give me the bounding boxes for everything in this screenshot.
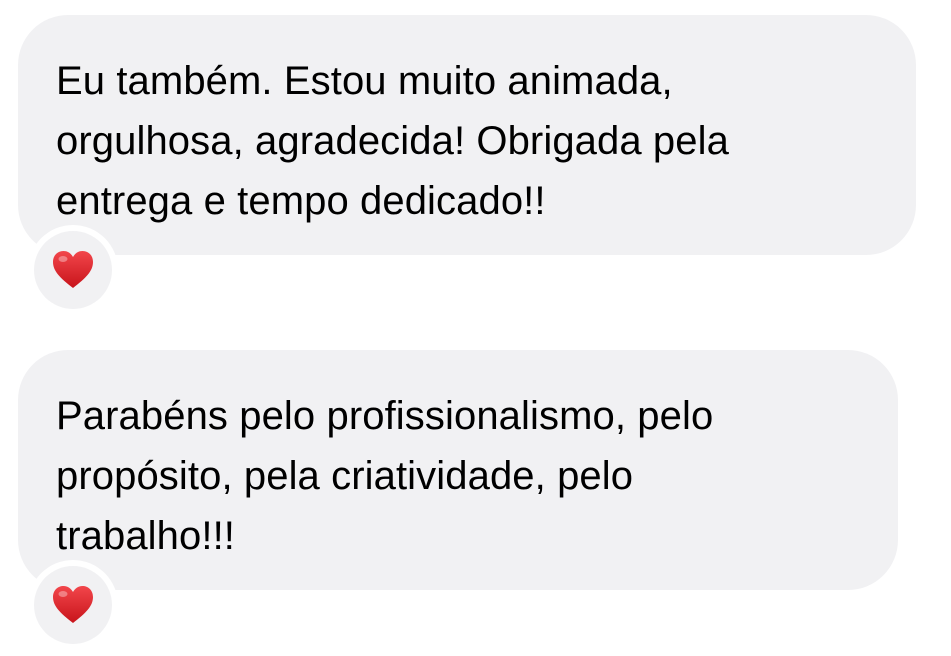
message-text-line: propósito, pela criatividade, pelo (56, 454, 634, 498)
message-text-line: trabalho!!! (56, 514, 235, 558)
heart-icon (53, 251, 93, 288)
message-2[interactable]: Parabéns pelo profissionalismo, pelo pro… (18, 350, 898, 650)
reaction-badge-inner (34, 566, 112, 644)
reaction-badge[interactable] (28, 560, 118, 650)
reaction-badge[interactable] (28, 225, 118, 315)
message-1[interactable]: Eu também. Estou muito animada, orgulhos… (18, 15, 916, 315)
heart-icon (53, 586, 93, 623)
message-bubble[interactable]: Parabéns pelo profissionalismo, pelo pro… (18, 350, 898, 590)
reaction-badge-inner (34, 231, 112, 309)
message-text-line: Eu também. Estou muito animada, (56, 59, 673, 103)
message-text-line: entrega e tempo dedicado!! (56, 179, 546, 223)
message-text-line: Parabéns pelo profissionalismo, pelo (56, 394, 714, 438)
message-text-line: orgulhosa, agradecida! Obrigada pela (56, 119, 729, 163)
message-bubble[interactable]: Eu também. Estou muito animada, orgulhos… (18, 15, 916, 255)
